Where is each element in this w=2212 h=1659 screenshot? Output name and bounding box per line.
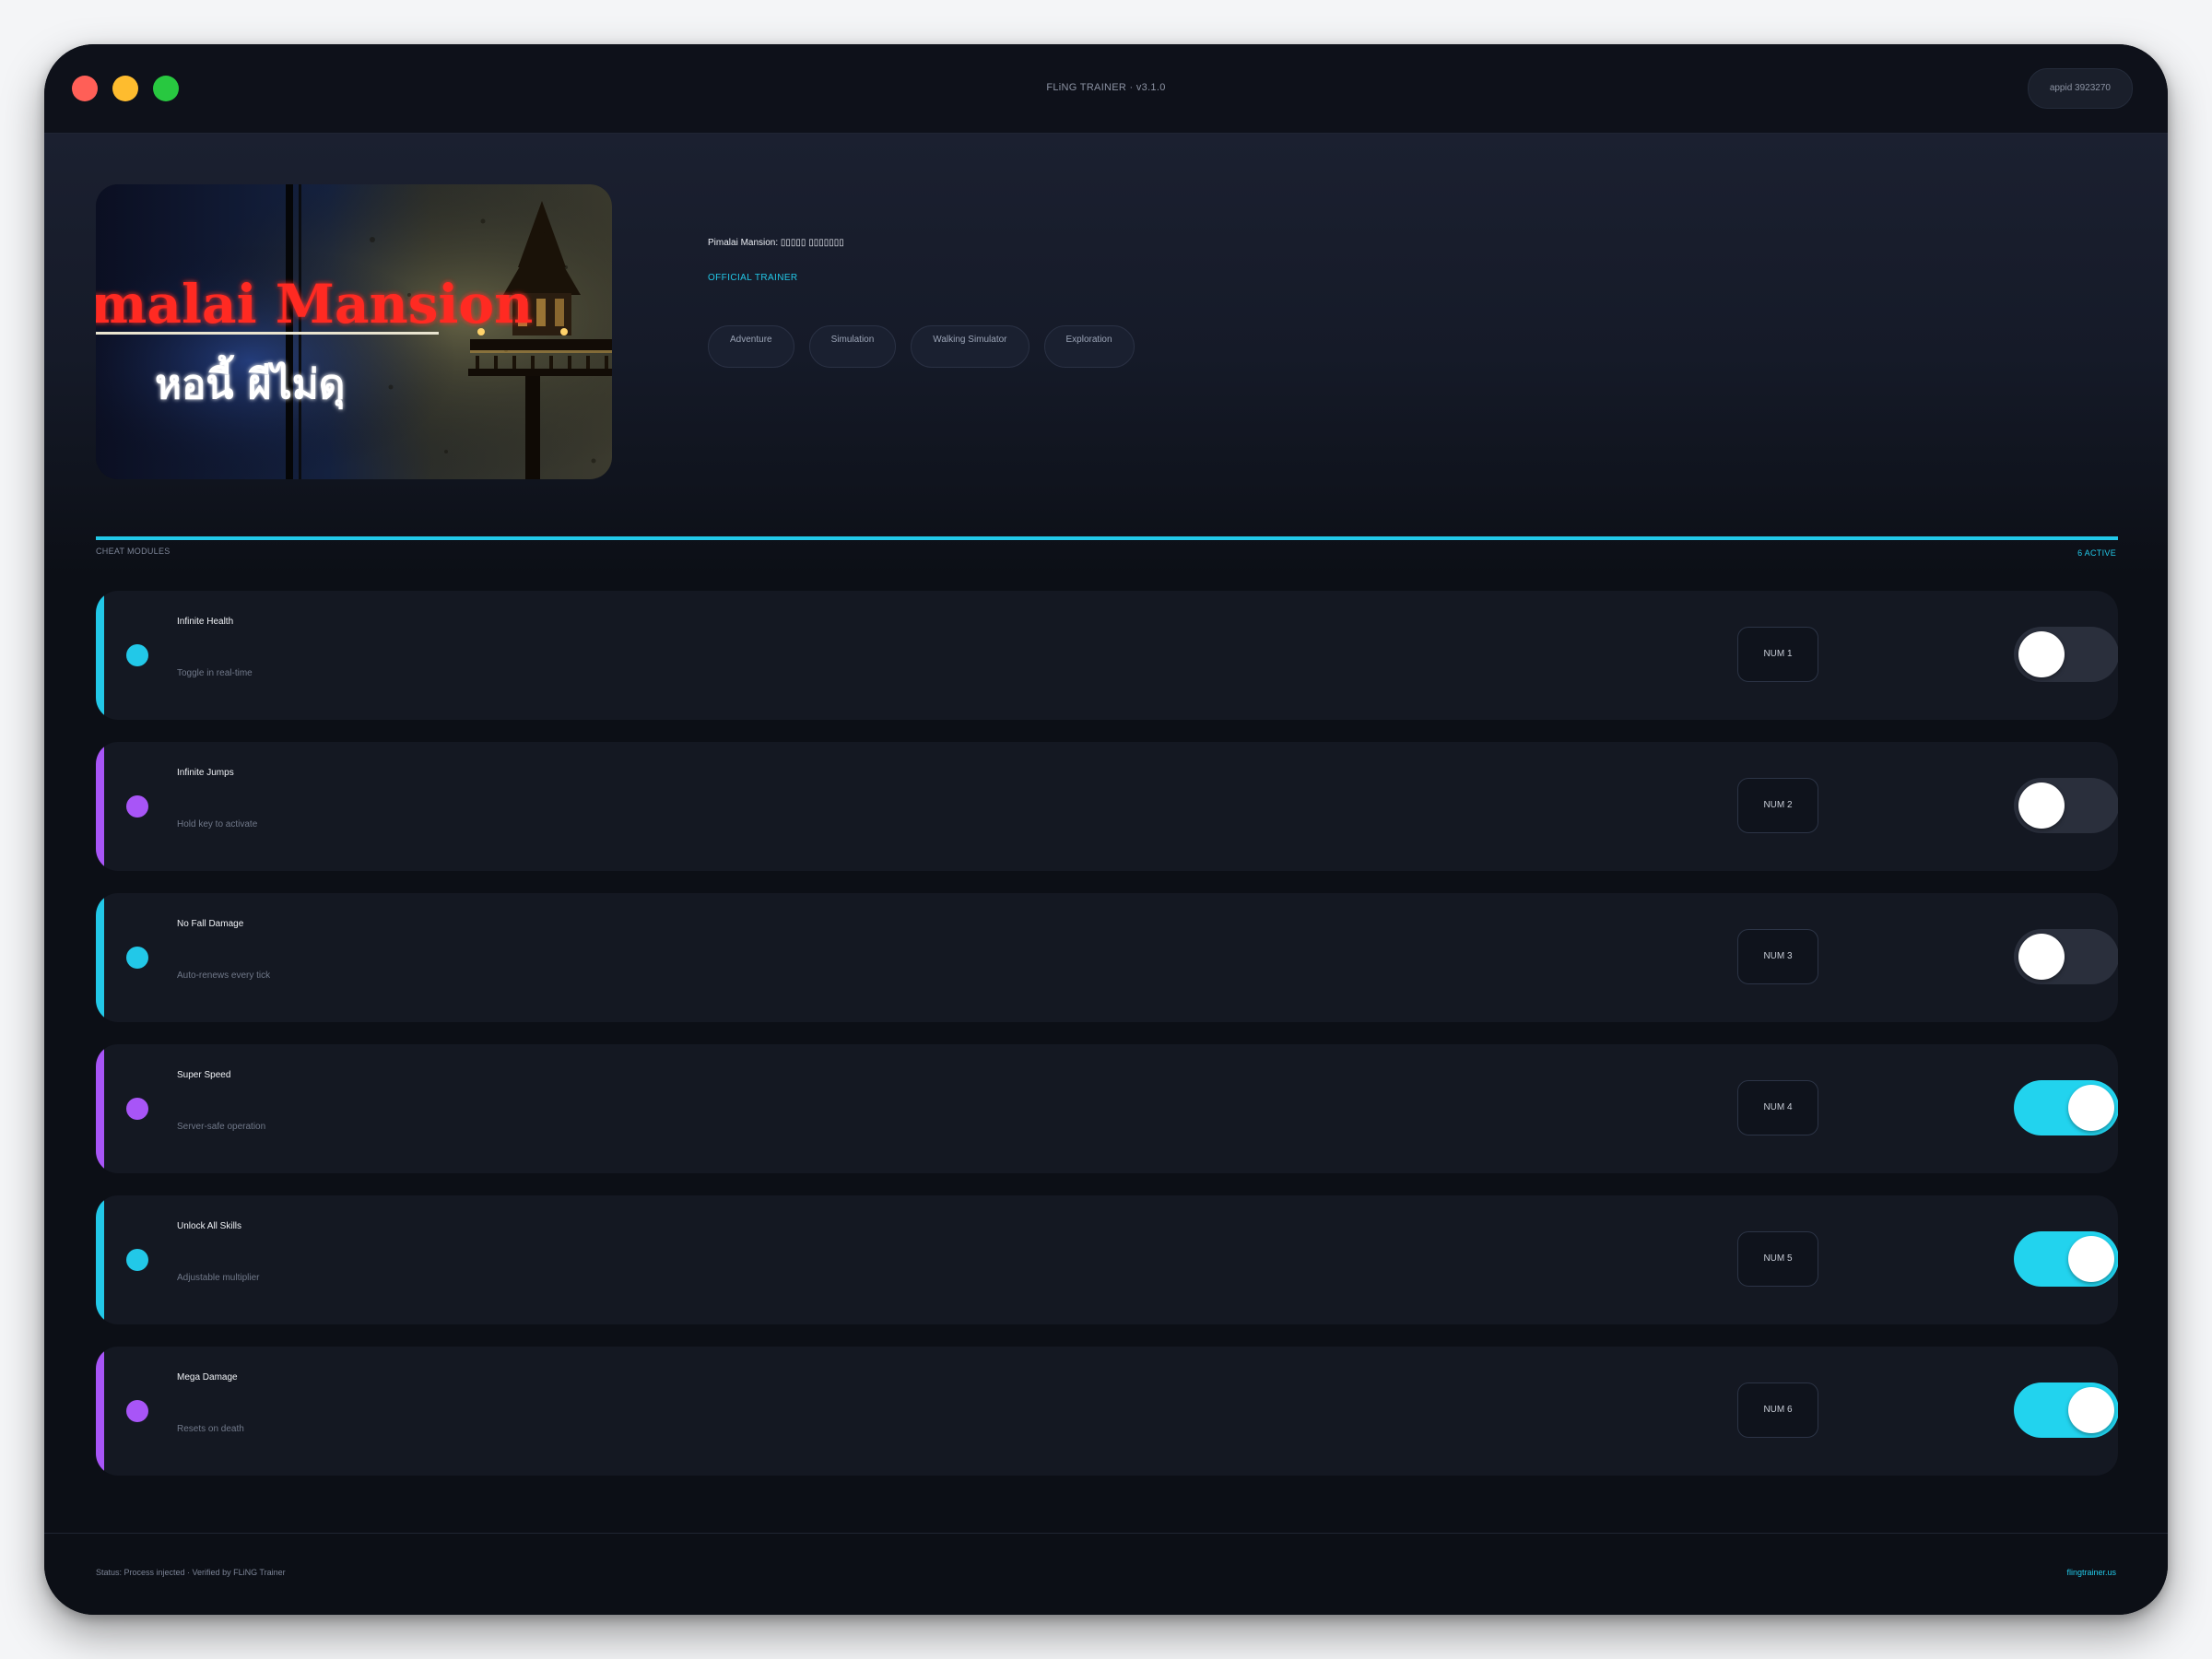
cheat-toggle[interactable]	[2014, 1080, 2118, 1135]
toggle-knob	[2018, 934, 2065, 980]
hotkey-button[interactable]: NUM 5	[1737, 1231, 1818, 1287]
hotkey-button[interactable]: NUM 4	[1737, 1080, 1818, 1135]
cheat-description: Server-safe operation	[177, 1122, 266, 1132]
cheat-status-dot	[126, 1249, 148, 1271]
hotkey-button[interactable]: NUM 2	[1737, 778, 1818, 833]
toggle-knob	[2068, 1236, 2114, 1282]
cheat-name: Mega Damage	[177, 1372, 238, 1382]
cheat-description: Hold key to activate	[177, 819, 258, 830]
cheat-name: Super Speed	[177, 1070, 231, 1080]
hotkey-button[interactable]: NUM 3	[1737, 929, 1818, 984]
cheat-toggle[interactable]	[2014, 929, 2118, 984]
cheat-accent-bar	[96, 893, 104, 1022]
cheat-status-dot	[126, 644, 148, 666]
cheat-status-dot	[126, 947, 148, 969]
genre-tags: Adventure Simulation Walking Simulator E…	[708, 325, 1135, 368]
cheat-description: Adjustable multiplier	[177, 1273, 260, 1283]
cheat-status-dot	[126, 795, 148, 818]
cheat-row: Infinite Health Toggle in real-time NUM …	[96, 591, 2118, 720]
cheat-accent-bar	[96, 742, 104, 871]
toggle-knob	[2018, 782, 2065, 829]
cheat-row: Infinite Jumps Hold key to activate NUM …	[96, 742, 2118, 871]
hotkey-button[interactable]: NUM 6	[1737, 1382, 1818, 1438]
cheat-toggle[interactable]	[2014, 778, 2118, 833]
toggle-knob	[2068, 1085, 2114, 1131]
toggle-knob	[2018, 631, 2065, 677]
title-bar: FLiNG TRAINER · v3.1.0 appid 3923270	[44, 44, 2168, 134]
cheat-accent-bar	[96, 1195, 104, 1324]
window-title: FLiNG TRAINER · v3.1.0	[1046, 82, 1166, 93]
toggle-knob	[2068, 1387, 2114, 1433]
genre-tag-simulation[interactable]: Simulation	[808, 325, 897, 368]
cheat-toggle[interactable]	[2014, 627, 2118, 682]
cheat-status-dot	[126, 1400, 148, 1422]
cheat-name: Infinite Jumps	[177, 768, 234, 778]
cheat-row: Super Speed Server-safe operation NUM 4	[96, 1044, 2118, 1173]
status-text: Status: Process injected · Verified by F…	[96, 1568, 286, 1577]
website-link[interactable]: flingtrainer.us	[2066, 1568, 2116, 1577]
cheat-row: Unlock All Skills Adjustable multiplier …	[96, 1195, 2118, 1324]
cheat-row: Mega Damage Resets on death NUM 6	[96, 1347, 2118, 1476]
section-label: CHEAT MODULES	[96, 547, 171, 556]
cheat-accent-bar	[96, 591, 104, 720]
cheat-name: No Fall Damage	[177, 919, 244, 929]
genre-tag-exploration[interactable]: Exploration	[1043, 325, 1135, 368]
official-trainer-badge: OFFICIAL TRAINER	[708, 273, 798, 283]
cover-title-text: malai Mansion	[96, 273, 533, 335]
game-cover-image: malai Mansion หอนี้ ผีไม่ดุ	[96, 184, 612, 479]
cheat-toggle[interactable]	[2014, 1231, 2118, 1287]
cover-subtitle-text: หอนี้ ผีไม่ดุ	[155, 354, 345, 410]
game-title: Pimalai Mansion: ▯▯▯▯▯ ▯▯▯▯▯▯▯	[708, 238, 844, 248]
appid-badge: appid 3923270	[2027, 68, 2133, 109]
genre-tag-walking-simulator[interactable]: Walking Simulator	[911, 325, 1030, 368]
section-divider	[96, 536, 2118, 540]
cheat-toggle[interactable]	[2014, 1382, 2118, 1438]
cheat-accent-bar	[96, 1044, 104, 1173]
cheat-description: Auto-renews every tick	[177, 971, 271, 981]
footer: Status: Process injected · Verified by F…	[44, 1533, 2168, 1615]
active-count: 6 ACTIVE	[2077, 548, 2116, 558]
cheat-status-dot	[126, 1098, 148, 1120]
cheat-name: Unlock All Skills	[177, 1221, 242, 1231]
cheat-name: Infinite Health	[177, 617, 234, 627]
game-header: malai Mansion หอนี้ ผีไม่ดุ Pimalai Mans…	[44, 134, 2168, 576]
cheat-row: No Fall Damage Auto-renews every tick NU…	[96, 893, 2118, 1022]
genre-tag-adventure[interactable]: Adventure	[708, 325, 794, 368]
hotkey-button[interactable]: NUM 1	[1737, 627, 1818, 682]
cheat-accent-bar	[96, 1347, 104, 1476]
cheat-description: Resets on death	[177, 1424, 244, 1434]
trainer-window: FLiNG TRAINER · v3.1.0 appid 3923270 mal…	[44, 44, 2168, 1615]
cheat-description: Toggle in real-time	[177, 668, 253, 678]
